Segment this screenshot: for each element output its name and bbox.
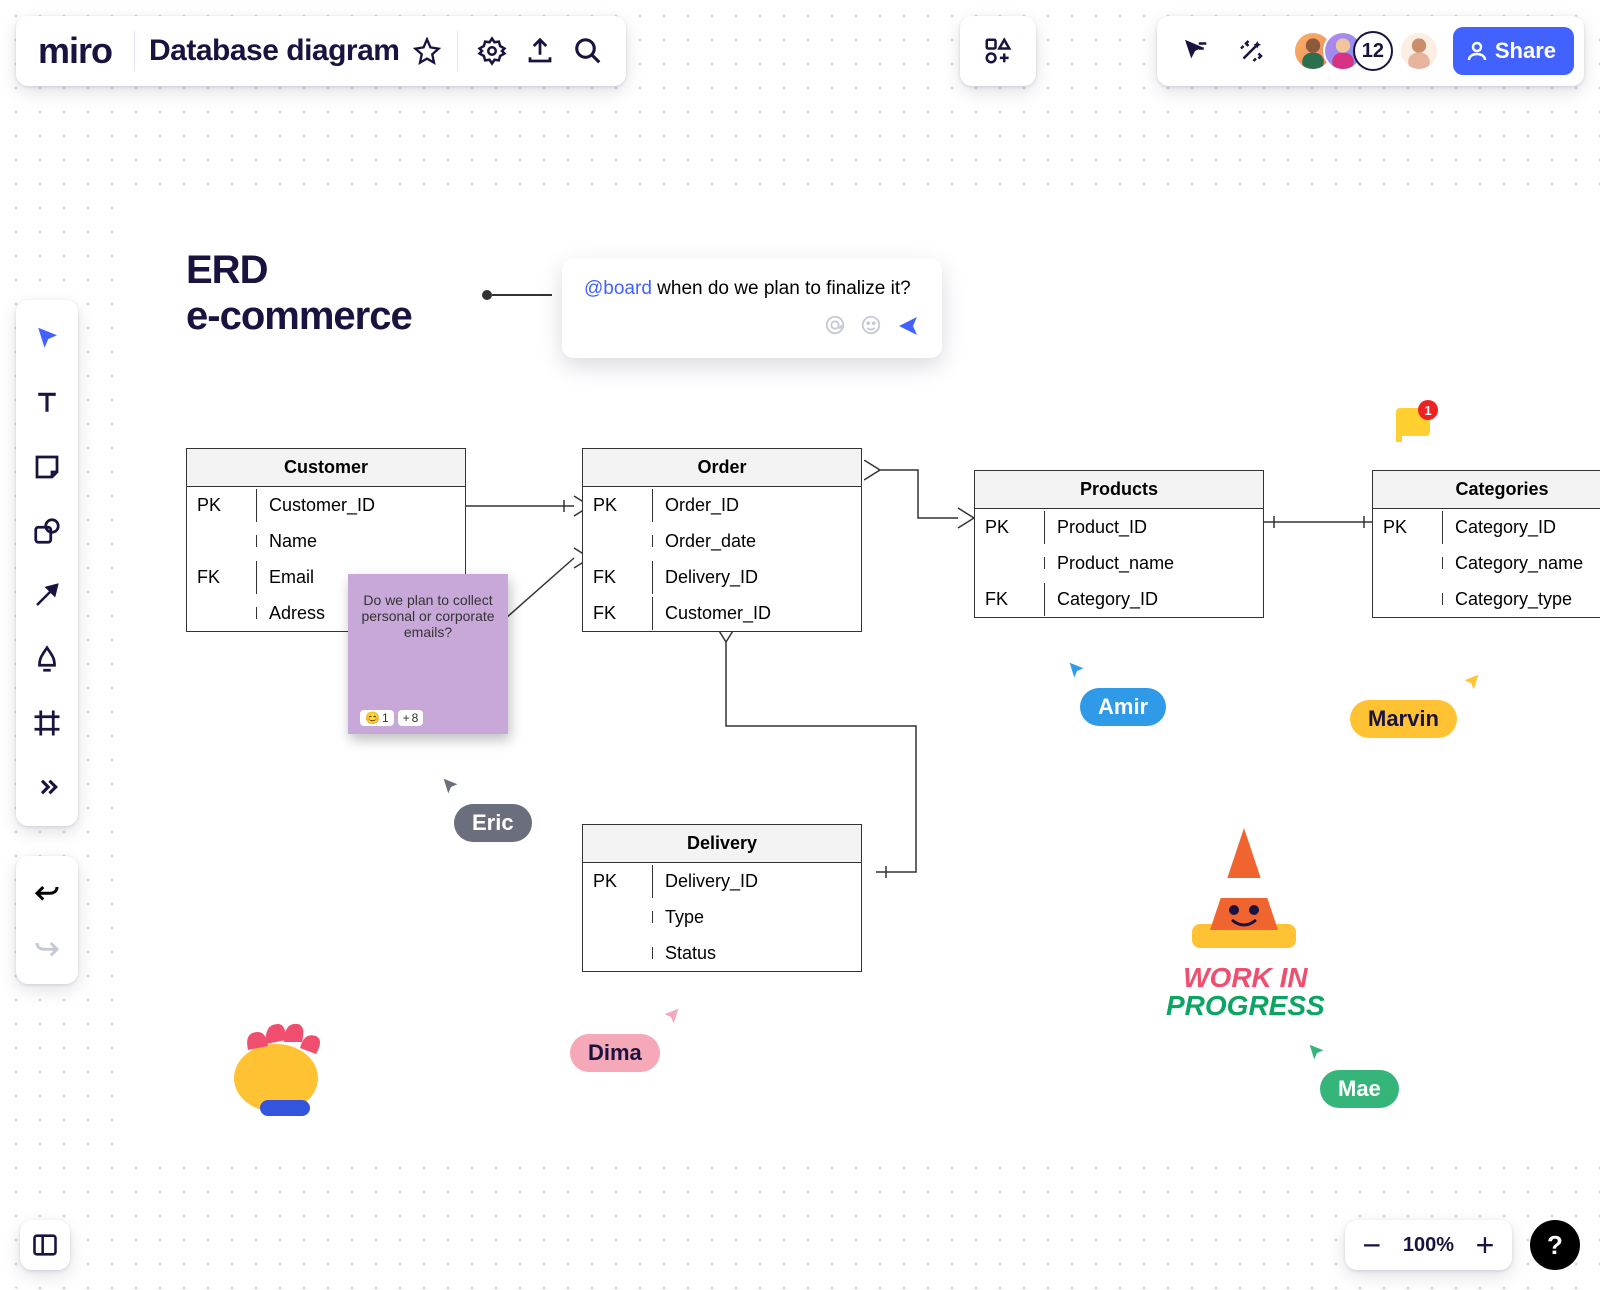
- cursor-label-marvin: Marvin: [1350, 700, 1457, 738]
- diagram-title-line2[interactable]: e-commerce: [186, 294, 412, 339]
- entity-products-header: Products: [975, 471, 1263, 509]
- header-left-panel: miro Database diagram: [16, 16, 626, 86]
- cursor-label-mae: Mae: [1320, 1070, 1399, 1108]
- zoom-in-button[interactable]: +: [1468, 1228, 1502, 1262]
- tool-arrow[interactable]: [16, 564, 78, 626]
- send-icon[interactable]: [896, 314, 920, 344]
- cursor-eric: Eric: [440, 776, 532, 842]
- export-icon[interactable]: [516, 27, 564, 75]
- sticky-reactions[interactable]: 😊1 +8: [360, 710, 423, 726]
- tool-shape[interactable]: [16, 500, 78, 562]
- help-button[interactable]: ?: [1530, 1220, 1580, 1270]
- connector-products-categories[interactable]: [1264, 512, 1374, 532]
- comment-pin-icon: [492, 294, 552, 296]
- tool-more[interactable]: [16, 756, 78, 818]
- sticker-cone[interactable]: [1174, 820, 1314, 965]
- entity-products[interactable]: Products PKProduct_ID Product_name FKCat…: [974, 470, 1264, 618]
- cursor-mae: Mae: [1306, 1042, 1399, 1108]
- entity-delivery[interactable]: Delivery PKDelivery_ID Type Status: [582, 824, 862, 972]
- zoom-out-button[interactable]: −: [1355, 1228, 1389, 1262]
- tool-pen[interactable]: [16, 628, 78, 690]
- entity-delivery-header: Delivery: [583, 825, 861, 863]
- cursor-label-eric: Eric: [454, 804, 532, 842]
- add-shape-icon[interactable]: [974, 27, 1022, 75]
- cursor-label-amir: Amir: [1080, 688, 1166, 726]
- mention-icon[interactable]: [824, 314, 846, 344]
- undo-redo-panel: [16, 856, 78, 984]
- sticker-clap[interactable]: [218, 1000, 348, 1125]
- avatar-me[interactable]: [1399, 31, 1439, 71]
- tool-sticky[interactable]: [16, 436, 78, 498]
- share-label: Share: [1495, 38, 1556, 64]
- zoom-value[interactable]: 100%: [1403, 1234, 1454, 1257]
- tool-select[interactable]: [16, 308, 78, 370]
- participant-avatars[interactable]: 12: [1293, 31, 1439, 71]
- cursor-label-dima: Dima: [570, 1034, 660, 1072]
- undo-button[interactable]: [16, 864, 78, 920]
- header-separator: [134, 31, 135, 71]
- emoji-icon[interactable]: [860, 314, 882, 344]
- comment-text: @board when do we plan to finalize it?: [584, 278, 920, 300]
- miro-logo[interactable]: miro: [30, 30, 124, 72]
- entity-categories-header: Categories: [1373, 471, 1600, 509]
- header-right-panel: 12 Share: [1157, 16, 1584, 86]
- categories-comment-badge[interactable]: 1: [1396, 408, 1430, 436]
- cursor-marvin: Marvin: [1460, 672, 1482, 738]
- board-title[interactable]: Database diagram: [145, 34, 407, 68]
- entity-categories[interactable]: Categories PKCategory_ID Category_name C…: [1372, 470, 1600, 618]
- star-icon[interactable]: [407, 27, 447, 75]
- avatar-count[interactable]: 12: [1353, 31, 1393, 71]
- comment-box[interactable]: @board when do we plan to finalize it?: [562, 258, 942, 358]
- comment-count-badge: 1: [1418, 400, 1438, 420]
- tool-frame[interactable]: [16, 692, 78, 754]
- share-button[interactable]: Share: [1453, 27, 1574, 75]
- entity-customer-header: Customer: [187, 449, 465, 487]
- search-icon[interactable]: [564, 27, 612, 75]
- header-separator-2: [457, 31, 458, 71]
- connector-order-products[interactable]: [864, 460, 974, 530]
- panel-toggle-button[interactable]: [20, 1220, 70, 1270]
- entity-order-header: Order: [583, 449, 861, 487]
- sticky-react-more[interactable]: +8: [398, 710, 424, 726]
- cursor-amir: Amir: [1066, 660, 1166, 726]
- tool-text[interactable]: [16, 372, 78, 434]
- zoom-controls: − 100% +: [1345, 1220, 1512, 1270]
- header-apps-panel: [960, 16, 1036, 86]
- diagram-title-line1[interactable]: ERD: [186, 248, 267, 293]
- sticky-react-1[interactable]: 😊1: [360, 710, 394, 726]
- entity-order[interactable]: Order PKOrder_ID Order_date FKDelivery_I…: [582, 448, 862, 632]
- sticky-note[interactable]: Do we plan to collect personal or corpor…: [348, 574, 508, 734]
- cursor-mode-icon[interactable]: [1171, 27, 1219, 75]
- sticker-wip-text[interactable]: WORK IN PROGRESS: [1166, 964, 1325, 1020]
- sticky-text: Do we plan to collect personal or corpor…: [360, 592, 496, 640]
- reactions-icon[interactable]: [1227, 27, 1275, 75]
- redo-button[interactable]: [16, 920, 78, 976]
- cursor-dima: Dima: [660, 1006, 682, 1072]
- settings-icon[interactable]: [468, 27, 516, 75]
- left-toolbar: [16, 300, 78, 826]
